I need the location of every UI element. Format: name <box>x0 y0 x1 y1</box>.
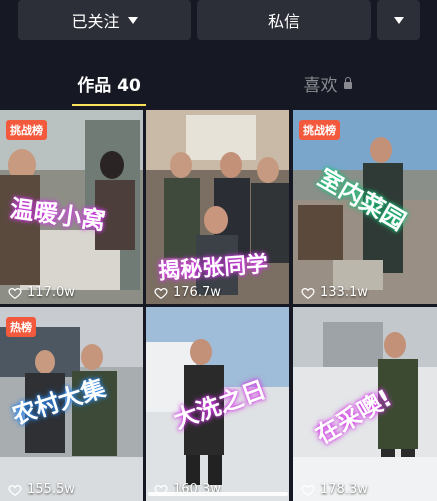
more-button[interactable] <box>377 0 420 40</box>
challenge-badge: 挑战榜 <box>299 120 340 140</box>
like-count-value: 178.3w <box>320 482 368 497</box>
following-button[interactable]: 已关注 <box>18 0 191 40</box>
video-thumbnail[interactable]: 大洗之日 160.3w <box>146 307 289 501</box>
following-label: 已关注 <box>71 12 120 31</box>
challenge-badge: 挑战榜 <box>6 120 47 140</box>
heart-icon <box>154 287 168 299</box>
message-button[interactable]: 私信 <box>197 0 371 40</box>
hot-badge: 热榜 <box>6 317 36 337</box>
active-tab-indicator <box>72 104 146 106</box>
like-count: 117.0w <box>8 285 75 300</box>
like-count: 133.1w <box>301 285 368 300</box>
tab-works[interactable]: 作品 40 <box>0 60 218 106</box>
heart-icon <box>301 287 315 299</box>
video-thumbnail[interactable]: 揭秘张同学 176.7w <box>146 110 289 304</box>
like-count-value: 117.0w <box>27 285 75 300</box>
tab-works-label: 作品 40 <box>77 75 141 96</box>
video-thumbnail[interactable]: 挑战榜 室内菜园 133.1w <box>293 110 437 304</box>
like-count: 178.3w <box>301 482 368 497</box>
video-thumbnail[interactable]: 挑战榜 温暖小窝 117.0w <box>0 110 143 304</box>
profile-action-bar: 已关注 私信 <box>0 0 437 44</box>
video-thumbnail[interactable]: 热榜 农村大集 155.5w <box>0 307 143 501</box>
tab-likes[interactable]: 喜欢 <box>218 60 437 106</box>
heart-icon <box>8 484 22 496</box>
heart-icon <box>301 484 315 496</box>
like-count-value: 176.7w <box>173 285 221 300</box>
video-thumbnail[interactable]: 在采噢! 178.3w <box>293 307 437 501</box>
chevron-down-icon <box>127 16 138 24</box>
like-count: 176.7w <box>154 285 221 300</box>
like-count: 155.5w <box>8 482 75 497</box>
lock-icon <box>343 76 352 89</box>
video-grid: 挑战榜 温暖小窝 117.0w 揭秘张同学 176.7w 挑战榜 室内菜园 13… <box>0 110 437 501</box>
profile-tabs: 作品 40 喜欢 <box>0 60 437 108</box>
heart-icon <box>8 287 22 299</box>
like-count-value: 155.5w <box>27 482 75 497</box>
tab-likes-label: 喜欢 <box>303 75 338 96</box>
message-label: 私信 <box>267 12 300 31</box>
like-count-value: 133.1w <box>320 285 368 300</box>
chevron-down-icon <box>393 16 404 24</box>
home-indicator <box>148 492 288 496</box>
